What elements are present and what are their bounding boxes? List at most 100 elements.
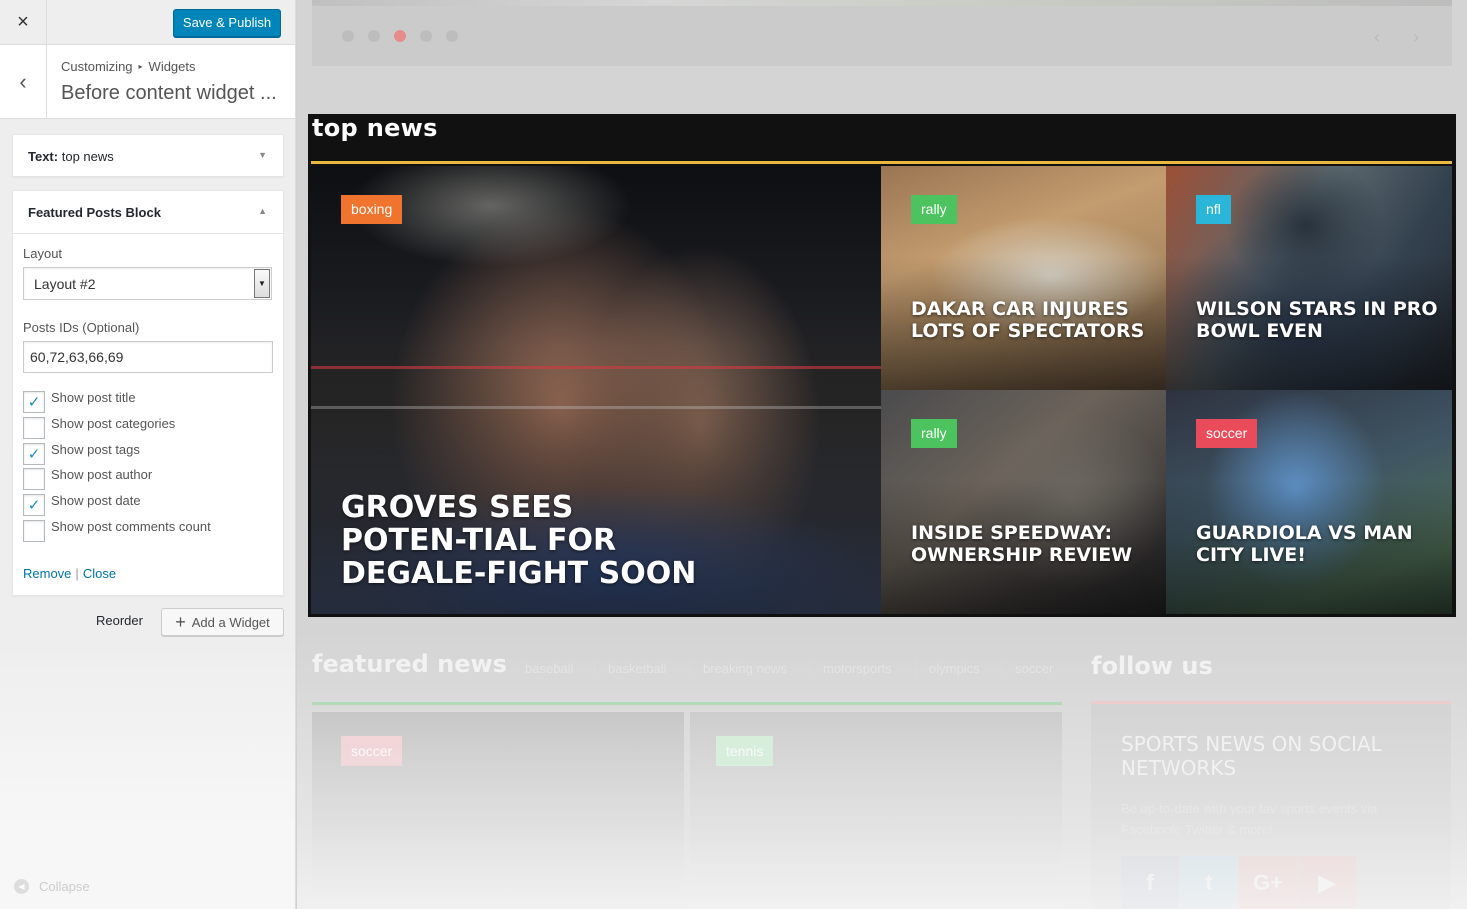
option-label: Show post author xyxy=(51,466,153,482)
tile-title[interactable]: Guardiola vs Man City live! xyxy=(1196,522,1446,566)
news-tile-main[interactable]: boxing Groves sees poten-tial for DeGale… xyxy=(311,166,881,614)
tile-title[interactable]: Inside Speedway: Ownership Review xyxy=(911,522,1161,566)
category-badge[interactable]: rally xyxy=(911,195,957,224)
checkbox[interactable] xyxy=(23,468,45,490)
tab-separator xyxy=(1001,660,1002,676)
widget-title: Featured Posts Block xyxy=(28,205,161,220)
widget-type-label: Text: xyxy=(28,149,59,164)
collapse-button[interactable]: ◀ Collapse xyxy=(14,879,90,894)
slider-dot[interactable] xyxy=(368,30,380,42)
close-link[interactable]: Close xyxy=(83,566,116,581)
add-widget-label: Add a Widget xyxy=(191,614,270,630)
tab-baseball[interactable]: baseball xyxy=(525,661,573,676)
category-badge[interactable]: soccer xyxy=(1196,419,1258,448)
tile-title[interactable]: Dakar car injures lots of spectators xyxy=(911,298,1161,342)
social-description: Be up-to-date with your fav sports event… xyxy=(1121,801,1378,837)
option-show-post-categories[interactable]: Show post categories xyxy=(23,416,175,439)
breadcrumb: Customizing ▸ Widgets xyxy=(61,59,196,74)
checkbox[interactable] xyxy=(23,417,45,439)
slider-image-strip xyxy=(312,0,1452,6)
tab-soccer[interactable]: soccer xyxy=(1015,661,1053,676)
category-badge[interactable]: nfl xyxy=(1196,195,1231,224)
slider-dot[interactable] xyxy=(446,30,458,42)
news-tile[interactable]: soccer Guardiola vs Man City live! xyxy=(1166,390,1452,614)
widget-actions: Remove | Close xyxy=(23,566,116,581)
slider-dot[interactable] xyxy=(420,30,432,42)
twitter-icon[interactable]: t xyxy=(1180,856,1238,909)
option-label: Show post comments count xyxy=(51,518,211,534)
sidebar-fade-overlay xyxy=(0,640,295,909)
close-icon[interactable]: × xyxy=(0,0,47,45)
tab-separator xyxy=(594,660,595,676)
option-label: Show post date xyxy=(51,492,141,508)
reorder-link[interactable]: Reorder xyxy=(96,613,143,628)
section-header: ‹ Customizing ▸ Widgets Before content wid… xyxy=(0,45,295,119)
tab-motorsports[interactable]: motorsports xyxy=(823,661,892,676)
tile-title[interactable]: Groves sees poten-tial for DeGale-fight … xyxy=(341,491,701,590)
breadcrumb-separator-icon: ▸ xyxy=(138,62,143,71)
category-badge[interactable]: tennis xyxy=(716,736,774,766)
checkbox[interactable]: ✓ xyxy=(23,443,45,465)
tab-separator xyxy=(689,660,690,676)
facebook-icon[interactable]: f xyxy=(1121,856,1179,909)
post-ids-label: Posts IDs (Optional) xyxy=(23,320,140,335)
slider-prev-icon[interactable]: ‹ xyxy=(1374,27,1380,48)
social-box: Sports news on social networks Be up-to-… xyxy=(1091,704,1451,909)
slider-next-icon[interactable]: › xyxy=(1413,27,1419,48)
layout-select[interactable]: Layout #2 ▼ xyxy=(23,267,272,300)
follow-us-title: follow us xyxy=(1091,652,1213,680)
youtube-icon[interactable]: ▶ xyxy=(1298,856,1356,909)
option-label: Show post tags xyxy=(51,441,140,457)
category-badge[interactable]: soccer xyxy=(341,736,403,766)
plus-icon: + xyxy=(175,612,186,632)
top-news-section: top news boxing Groves sees poten-tial f… xyxy=(308,114,1456,617)
tile-title[interactable]: Wilson stars in Pro Bowl even xyxy=(1196,298,1446,342)
option-show-post-author[interactable]: Show post author xyxy=(23,466,153,490)
slider-carousel: ‹ › xyxy=(312,0,1452,66)
expand-arrow-icon[interactable]: ▼ xyxy=(258,150,267,160)
option-show-post-tags[interactable]: ✓ Show post tags xyxy=(23,441,140,465)
option-show-post-date[interactable]: ✓ Show post date xyxy=(23,492,141,516)
slider-dot[interactable] xyxy=(342,30,354,42)
top-news-underline xyxy=(311,161,1452,164)
news-tile[interactable]: rally Inside Speedway: Ownership Review xyxy=(881,390,1166,614)
top-news-title: top news xyxy=(312,114,438,142)
google-plus-icon[interactable]: G+ xyxy=(1239,856,1297,909)
checkbox[interactable] xyxy=(23,520,45,542)
tab-basketball[interactable]: basketball xyxy=(608,661,667,676)
customizer-header: × Save & Publish xyxy=(0,0,295,45)
tab-separator xyxy=(915,660,916,676)
tab-breaking-news[interactable]: breaking news xyxy=(703,661,787,676)
widget-featured-posts-block: Featured Posts Block ▲ Layout Layout #2 … xyxy=(12,190,284,596)
checkbox[interactable]: ✓ xyxy=(23,494,45,516)
breadcrumb-root: Customizing xyxy=(61,59,133,74)
widget-title: Text: top news xyxy=(28,149,114,164)
option-show-post-comments-count[interactable]: Show post comments count xyxy=(23,518,211,542)
option-show-post-title[interactable]: ✓ Show post title xyxy=(23,389,136,413)
widget-header[interactable]: Featured Posts Block ▲ xyxy=(13,191,283,234)
collapse-arrow-icon[interactable]: ▲ xyxy=(258,206,267,216)
option-label: Show post title xyxy=(51,389,136,405)
featured-news-title: featured news xyxy=(312,650,507,678)
remove-link[interactable]: Remove xyxy=(23,566,71,581)
back-arrow-icon[interactable]: ‹ xyxy=(0,45,47,118)
news-tile[interactable]: nfl Wilson stars in Pro Bowl even xyxy=(1166,166,1452,390)
customizer-sidebar: × Save & Publish ‹ Customizing ▸ Widgets B… xyxy=(0,0,296,909)
follow-us-section: follow us Sports news on social networks… xyxy=(1091,640,1451,909)
section-title: Before content widget ... xyxy=(61,82,277,104)
save-publish-button[interactable]: Save & Publish xyxy=(173,9,281,37)
collapse-label: Collapse xyxy=(39,879,90,894)
category-badge[interactable]: boxing xyxy=(341,195,403,224)
slider-dot[interactable] xyxy=(394,30,406,42)
widget-text-top-news[interactable]: Text: top news ▼ xyxy=(12,134,284,177)
tab-olympics[interactable]: olympics xyxy=(929,661,980,676)
checkbox[interactable]: ✓ xyxy=(23,391,45,413)
category-badge[interactable]: rally xyxy=(911,419,957,448)
dropdown-arrow-icon[interactable]: ▼ xyxy=(254,269,270,298)
add-widget-button[interactable]: + Add a Widget xyxy=(161,608,284,636)
collapse-icon: ◀ xyxy=(14,879,29,894)
breadcrumb-leaf: Widgets xyxy=(148,59,196,74)
post-ids-input[interactable] xyxy=(23,341,273,373)
social-heading: Sports news on social networks xyxy=(1121,732,1382,780)
news-tile[interactable]: rally Dakar car injures lots of spectato… xyxy=(881,166,1166,390)
